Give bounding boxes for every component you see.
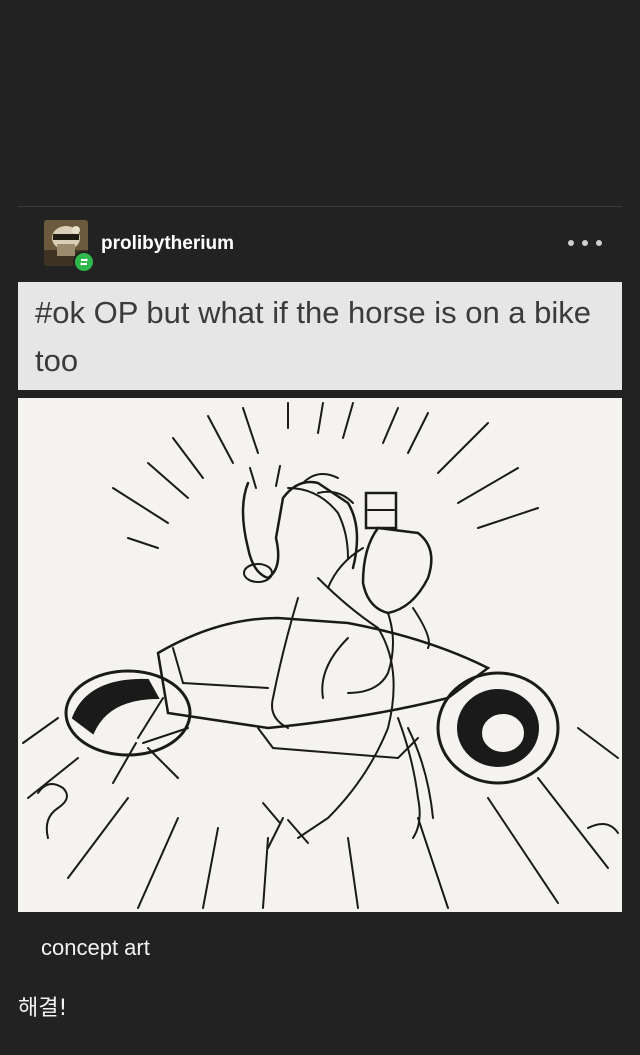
reblog-badge <box>73 251 95 273</box>
image-caption: concept art <box>41 935 150 960</box>
post-header: prolibytherium <box>44 220 622 273</box>
post-image[interactable] <box>18 398 622 912</box>
more-options-button[interactable] <box>568 230 602 256</box>
username-link[interactable]: prolibytherium <box>101 233 234 255</box>
tags-block: #ok OP but what if the horse is on a bik… <box>18 282 622 390</box>
more-dot <box>568 240 574 246</box>
comment-text: 해결! <box>18 996 68 1021</box>
clipped-previous-text: ⠀ <box>14 0 27 10</box>
more-dot <box>596 240 602 246</box>
post-divider <box>18 206 622 207</box>
reblog-icon <box>80 258 88 266</box>
horse-riding-motorcycle-illustration <box>22 402 619 909</box>
tags-text: #ok OP but what if the horse is on a bik… <box>35 295 592 378</box>
more-dot <box>582 240 588 246</box>
